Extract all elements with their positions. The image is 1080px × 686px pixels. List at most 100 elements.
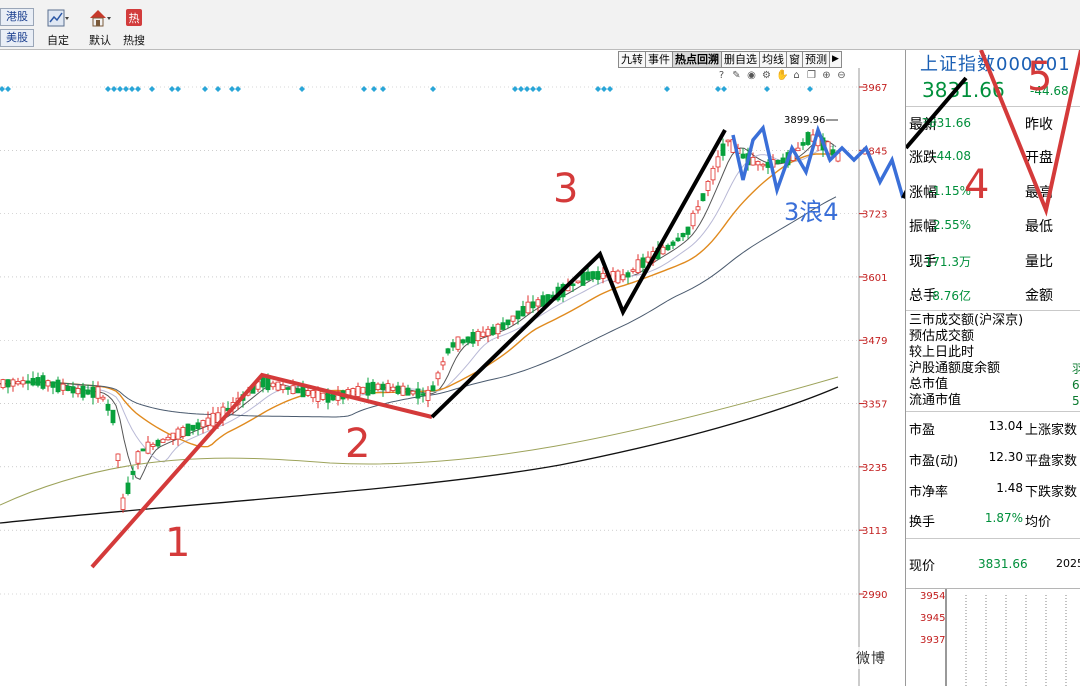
- candle-body: [110, 409, 116, 424]
- zoom-out-icon[interactable]: ⊖: [836, 70, 847, 81]
- candle-body: [40, 375, 46, 389]
- price-tick-label: 2990: [862, 590, 887, 601]
- candle-body: [10, 379, 16, 387]
- current-date: 2025: [1056, 557, 1080, 570]
- candle-body: [90, 386, 96, 398]
- candle-body: [135, 451, 141, 464]
- candle-body: [180, 427, 186, 437]
- copy-icon[interactable]: ❐: [806, 70, 817, 81]
- zoom-in-icon[interactable]: ⊕: [821, 70, 832, 81]
- wave-1-label: 1: [165, 520, 190, 566]
- candle-body: [390, 386, 396, 391]
- candle-body: [640, 257, 646, 268]
- chart-tab[interactable]: 预测: [803, 51, 830, 68]
- lock-icon[interactable]: ⌂: [791, 70, 802, 81]
- candle-body: [100, 396, 106, 400]
- candle-body: [710, 167, 716, 181]
- candle-body: [425, 389, 431, 401]
- hot-search-button[interactable]: 热 热搜: [114, 8, 154, 48]
- price-tick-label: 3967: [862, 83, 887, 94]
- candle-body: [630, 269, 636, 272]
- mini-tick: 3937: [920, 635, 946, 646]
- home-icon: [90, 10, 111, 27]
- hand-icon[interactable]: ✋: [776, 70, 788, 81]
- candle-body: [485, 328, 491, 337]
- candle-body: [15, 381, 21, 385]
- pen-icon[interactable]: ✎: [731, 70, 742, 81]
- tab-scroll-arrow[interactable]: ▶: [830, 51, 842, 68]
- candle-body: [115, 453, 121, 461]
- candle-body: [620, 274, 626, 281]
- chart-tab[interactable]: 窗: [787, 51, 803, 68]
- candle-body: [65, 386, 71, 391]
- candle-body: [270, 382, 276, 388]
- candle-body: [700, 193, 706, 202]
- candle-body: [465, 336, 471, 343]
- candle-body: [75, 388, 81, 395]
- candle-body: [695, 206, 701, 211]
- candle-body: [675, 237, 681, 242]
- price-tick-label: 3357: [862, 400, 887, 411]
- candle-body: [190, 424, 196, 431]
- custom-tool-button[interactable]: 自定: [38, 8, 78, 48]
- chart-tab[interactable]: 均线: [760, 51, 787, 68]
- candle-body: [185, 423, 191, 437]
- candle-body: [260, 377, 266, 388]
- candle-body: [45, 380, 51, 387]
- quote-value: 171.3万: [924, 255, 971, 269]
- quote-label-2: 最高: [1025, 185, 1053, 201]
- kline-chart[interactable]: 396738453723360134793357323531132990 389…: [0, 50, 905, 686]
- candle-body: [285, 387, 291, 390]
- top-toolbar: 港股 美股 自定 默认 热 热搜: [0, 0, 1080, 50]
- chart-tab[interactable]: 删自选: [722, 51, 760, 68]
- candle-body: [590, 271, 596, 279]
- chart-tab[interactable]: 九转: [618, 51, 646, 68]
- candle-body: [800, 142, 806, 146]
- candle-body: [130, 470, 136, 475]
- chart-tab-bar: 九转 事件 热点回溯 删自选 均线窗预测 ▶: [618, 51, 842, 68]
- chart-tab[interactable]: 事件: [646, 51, 673, 68]
- kline-chart-area[interactable]: 3967 3845 3723 3601 3479 3357 3235 3113 2990 389…: [0, 50, 905, 686]
- candle-body: [380, 383, 386, 391]
- eye-icon[interactable]: ◉: [746, 70, 757, 81]
- candle-body: [320, 392, 326, 400]
- quote-label-2: 量比: [1025, 254, 1053, 270]
- candle-body: [795, 147, 801, 152]
- hk-stock-button[interactable]: 港股: [0, 8, 34, 26]
- current-price-label: 现价: [909, 559, 936, 574]
- candle-body: [440, 361, 446, 366]
- price-tick-label: 3113: [862, 526, 887, 537]
- candle-body: [430, 385, 436, 392]
- candle-body: [360, 386, 366, 394]
- candle-body: [95, 386, 101, 399]
- candle-body: [535, 299, 541, 307]
- candle-body: [410, 390, 416, 395]
- quote-label-2: 开盘: [1025, 150, 1053, 166]
- chart-tab[interactable]: 热点回溯: [673, 51, 722, 68]
- index-title: 上证指数000001: [920, 54, 1071, 75]
- candle-body: [365, 382, 371, 396]
- divider: [906, 538, 1080, 539]
- us-stock-button[interactable]: 美股: [0, 29, 34, 47]
- custom-chart-icon: [47, 9, 69, 27]
- quote-value: -44.08: [932, 149, 971, 163]
- candle-body: [385, 383, 391, 393]
- candle-body: [725, 139, 731, 143]
- candle-body: [405, 387, 411, 396]
- price-tick-label: 3479: [862, 336, 887, 347]
- candle-body: [155, 439, 161, 447]
- question-icon[interactable]: ?: [716, 70, 727, 81]
- candle-body: [80, 385, 86, 398]
- candle-body: [195, 422, 201, 430]
- signal-marker: [129, 86, 135, 92]
- candle-body: [750, 156, 756, 166]
- candle-body: [105, 403, 111, 411]
- candle-body: [150, 443, 156, 447]
- wave-3-line: [430, 129, 727, 419]
- index-price: 3831.66: [922, 78, 1005, 102]
- wave-1-2-line: [90, 372, 433, 569]
- gear-icon[interactable]: ⚙: [761, 70, 772, 81]
- candle-body: [660, 246, 666, 255]
- candle-body: [740, 153, 746, 159]
- candle-body: [200, 420, 206, 428]
